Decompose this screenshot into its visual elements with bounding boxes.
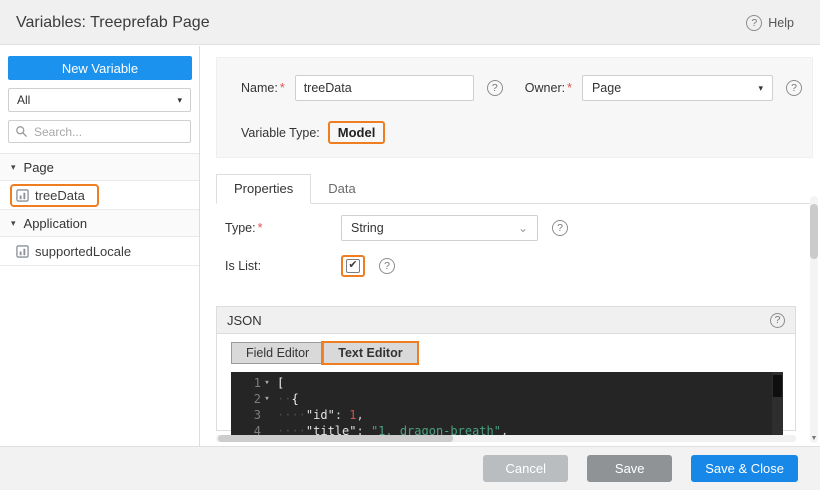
tree-item-treedata[interactable]: treeData	[0, 181, 199, 210]
vertical-scrollbar[interactable]: ▼	[810, 196, 818, 443]
new-variable-button[interactable]: New Variable	[8, 56, 192, 80]
check-icon: ✔	[348, 260, 357, 271]
fold-icon[interactable]: ▾	[261, 391, 273, 407]
json-title: JSON	[227, 313, 262, 328]
chevron-down-icon: ⌄	[518, 222, 528, 234]
text-editor-tab[interactable]: Text Editor	[323, 343, 416, 363]
annotation-box: treeData	[10, 184, 99, 207]
name-help-icon[interactable]: ?	[487, 80, 503, 96]
page-title: Variables: Treeprefab Page	[16, 0, 210, 45]
tree-section-label: Application	[24, 216, 88, 231]
type-selected-value: String	[351, 221, 384, 235]
variable-type-row: Variable Type: Model	[241, 121, 802, 144]
save-close-button[interactable]: Save & Close	[691, 455, 798, 482]
model-variable-icon	[16, 189, 29, 202]
type-label: Type:*	[216, 221, 341, 235]
code-text: [	[273, 375, 284, 391]
vertical-scrollbar-thumb[interactable]	[810, 204, 818, 259]
code-line: 3 ····"id": 1,	[231, 407, 783, 423]
is-list-checkbox[interactable]: ✔	[346, 259, 360, 273]
required-mark: *	[280, 81, 285, 95]
header: Variables: Treeprefab Page ? Help	[0, 0, 820, 45]
caret-down-icon: ▾	[11, 218, 16, 229]
tree-item-content: supportedLocale	[10, 244, 131, 259]
tab-bar: Properties Data	[216, 174, 813, 204]
field-editor-tab[interactable]: Field Editor	[232, 343, 323, 363]
variable-form: Name:* ? Owner:* Page ▾ ? Variable Type:…	[216, 57, 813, 158]
editor-mode-tabs: Field Editor Text Editor	[231, 342, 418, 364]
search-input[interactable]	[34, 125, 184, 139]
name-owner-row: Name:* ? Owner:* Page ▾ ?	[241, 75, 802, 101]
footer: Cancel Save Save & Close	[0, 446, 820, 490]
sidebar: New Variable All ▾ ▾ Page treeData	[0, 46, 200, 446]
type-select[interactable]: String ⌄	[341, 215, 538, 241]
tree-section-page[interactable]: ▾ Page	[0, 154, 199, 181]
code-text: ··{	[273, 391, 299, 407]
tab-data[interactable]: Data	[311, 175, 372, 203]
code-text: ····"id": 1,	[273, 407, 364, 423]
json-code-editor[interactable]: 1▾ [ 2▾ ··{ 3 ····"id": 1, 4 ····"title"…	[231, 372, 783, 441]
search-box	[8, 120, 191, 143]
tree-item-label: treeData	[35, 188, 85, 203]
filter-selected-value: All	[17, 93, 30, 107]
tree-item-label: supportedLocale	[35, 244, 131, 259]
variable-type-label: Variable Type:	[241, 126, 320, 140]
owner-label: Owner:*	[525, 81, 572, 95]
line-gutter: 3	[231, 407, 273, 423]
horizontal-scrollbar[interactable]	[216, 435, 796, 442]
tab-properties[interactable]: Properties	[216, 174, 311, 204]
annotation-box: ✔	[341, 255, 365, 277]
caret-down-icon: ▾	[11, 162, 16, 173]
variable-tree: ▾ Page treeData ▾ Application	[0, 153, 199, 266]
model-variable-icon	[16, 245, 29, 258]
save-button[interactable]: Save	[587, 455, 672, 482]
cancel-button[interactable]: Cancel	[483, 455, 568, 482]
help-label: Help	[768, 16, 794, 30]
json-help-icon[interactable]: ?	[770, 313, 785, 328]
name-label: Name:*	[241, 81, 285, 95]
line-gutter: 2▾	[231, 391, 273, 407]
main-panel: Name:* ? Owner:* Page ▾ ? Variable Type:…	[201, 46, 820, 446]
fold-icon[interactable]: ▾	[261, 375, 273, 391]
editor-scrollbar-thumb[interactable]	[773, 375, 782, 397]
code-line: 1▾ [	[231, 375, 783, 391]
horizontal-scrollbar-thumb[interactable]	[218, 435, 453, 442]
help-icon: ?	[746, 15, 762, 31]
json-panel-body: Field Editor Text Editor 1▾ [ 2▾ ··{ 3 ·…	[217, 334, 795, 441]
type-help-icon[interactable]: ?	[552, 220, 568, 236]
name-input[interactable]	[295, 75, 474, 101]
search-icon	[15, 125, 28, 138]
owner-help-icon[interactable]: ?	[786, 80, 802, 96]
tree-section-application[interactable]: ▾ Application	[0, 210, 199, 237]
is-list-help-icon[interactable]: ?	[379, 258, 395, 274]
required-mark: *	[567, 81, 572, 95]
editor-scrollbar[interactable]	[772, 372, 783, 441]
scroll-down-arrow-icon[interactable]: ▼	[810, 435, 818, 442]
is-list-row: Is List: ✔ ?	[216, 252, 790, 279]
required-mark: *	[258, 221, 263, 235]
help-link[interactable]: ? Help	[746, 0, 794, 45]
type-row: Type:* String ⌄ ?	[216, 214, 790, 241]
line-gutter: 1▾	[231, 375, 273, 391]
caret-down-icon: ▾	[758, 84, 763, 93]
tree-item-supportedlocale[interactable]: supportedLocale	[0, 237, 199, 266]
is-list-label: Is List:	[216, 259, 341, 273]
json-panel: JSON ? Field Editor Text Editor 1▾ [ 2▾ …	[216, 306, 796, 431]
tree-section-label: Page	[24, 160, 54, 175]
code-line: 2▾ ··{	[231, 391, 783, 407]
owner-select[interactable]: Page ▾	[582, 75, 773, 101]
variable-filter-select[interactable]: All ▾	[8, 88, 191, 112]
json-panel-header: JSON ?	[217, 307, 795, 334]
variable-type-value: Model	[328, 121, 386, 144]
caret-down-icon: ▾	[177, 96, 182, 105]
owner-selected-value: Page	[592, 81, 621, 95]
properties-panel: Type:* String ⌄ ? Is List: ✔ ?	[216, 214, 790, 290]
